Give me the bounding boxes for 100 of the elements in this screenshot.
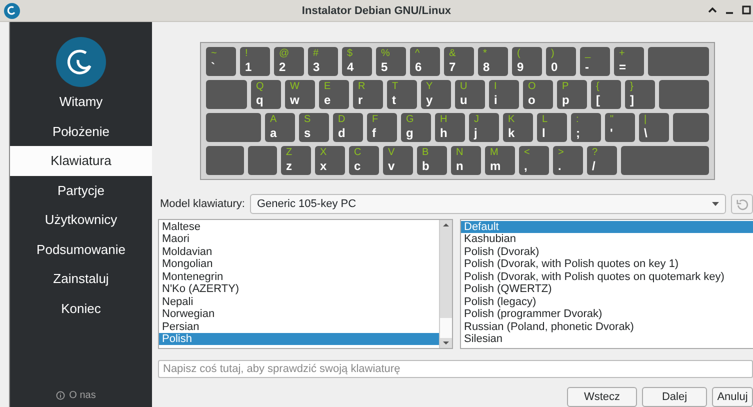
shift-symbol: T <box>392 82 400 94</box>
layout-item[interactable]: Nepali <box>159 296 439 308</box>
key-symbol: [ <box>596 94 601 106</box>
chevron-up-icon[interactable] <box>708 5 717 15</box>
shift-symbol: I <box>494 82 498 94</box>
info-icon[interactable] <box>56 391 66 400</box>
shift-symbol: # <box>313 49 320 61</box>
test-input-field[interactable]: Napisz coś tutaj, aby sprawdzić swoją klawiaturę <box>158 360 753 378</box>
key-symbol: n <box>456 160 464 172</box>
maximize-icon[interactable] <box>742 5 751 15</box>
variant-item[interactable]: Silesian <box>461 332 753 346</box>
shift-symbol: H <box>440 115 448 127</box>
key-symbol: v <box>388 160 396 172</box>
key-symbol: f <box>372 127 377 139</box>
layout-item[interactable]: Moldavian <box>159 246 439 258</box>
variant-item[interactable]: Polish (QWERTZ) <box>461 283 753 296</box>
layout-item[interactable]: Norwegian <box>159 308 439 320</box>
key-symbol: - <box>585 61 590 73</box>
key-symbol: / <box>592 160 596 172</box>
window-title: Instalator Debian GNU/Linux <box>302 4 452 19</box>
back-button[interactable]: Wstecz <box>567 387 637 407</box>
key-symbol: k <box>508 127 516 139</box>
shift-symbol: O <box>528 82 537 94</box>
key-symbol: ; <box>576 127 581 139</box>
keyboard-key <box>248 146 277 175</box>
cancel-button[interactable]: Anuluj <box>712 387 753 407</box>
shift-symbol: D <box>338 115 346 127</box>
key-symbol: 8 <box>483 61 491 73</box>
key-symbol: 5 <box>381 61 389 73</box>
shift-symbol: Q <box>256 82 265 94</box>
shift-symbol: * <box>483 49 488 61</box>
sidebar-item[interactable]: Klawiatura <box>10 146 152 176</box>
sidebar-item[interactable]: Partycje <box>10 176 152 205</box>
shift-symbol: U <box>460 82 468 94</box>
shift-symbol: F <box>372 115 380 127</box>
shift-symbol: & <box>449 49 457 61</box>
app-logo-icon <box>4 3 20 19</box>
sidebar-item[interactable]: Zainstaluj <box>10 264 152 294</box>
layout-item[interactable]: N'Ko (AZERTY) <box>159 283 439 296</box>
shift-symbol: B <box>422 148 430 160</box>
shift-symbol: ? <box>592 148 599 160</box>
key-symbol: u <box>460 94 468 106</box>
key-symbol: 1 <box>245 61 253 73</box>
key-symbol: d <box>338 127 346 139</box>
sidebar-item[interactable]: Podsumowanie <box>10 234 152 264</box>
model-dropdown[interactable]: Generic 105-key PC <box>250 194 726 214</box>
shift-symbol: M <box>490 148 500 160</box>
sidebar-item[interactable]: Koniec <box>10 294 152 323</box>
shift-symbol: C <box>354 148 362 160</box>
key-symbol: ] <box>630 94 635 106</box>
layout-item[interactable]: Maori <box>159 233 439 246</box>
layout-item[interactable]: Persian <box>159 320 439 333</box>
shift-symbol: J <box>474 115 480 127</box>
about-link[interactable]: O nas <box>69 388 96 403</box>
key-symbol: = <box>619 61 628 73</box>
undo-icon <box>736 198 748 210</box>
key-symbol: 4 <box>347 61 355 73</box>
shift-symbol: V <box>388 148 396 160</box>
shift-symbol: ~ <box>211 49 218 61</box>
layout-item[interactable]: Polish <box>159 332 439 346</box>
key-symbol: 7 <box>449 61 457 73</box>
next-button[interactable]: Dalej <box>642 387 707 407</box>
key-symbol: i <box>494 94 498 106</box>
shift-symbol: > <box>558 148 565 160</box>
variant-item[interactable]: Polish (programmer Dvorak) <box>461 308 753 320</box>
variant-item[interactable]: Default <box>461 221 753 234</box>
variant-item[interactable]: Kashubian <box>461 233 753 246</box>
sidebar-item[interactable]: Użytkownicy <box>10 205 152 234</box>
key-symbol: 2 <box>279 61 287 73</box>
variant-item[interactable]: Polish (Dvorak, with Polish quotes on key 1) <box>461 258 753 271</box>
key-symbol: y <box>426 94 434 106</box>
sidebar-item[interactable]: Witamy <box>10 87 152 116</box>
shift-symbol: N <box>456 148 464 160</box>
key-symbol: z <box>286 160 293 172</box>
scrollbar[interactable] <box>439 220 452 348</box>
shift-symbol: ^ <box>415 49 421 61</box>
key-symbol: 9 <box>517 61 525 73</box>
layout-item[interactable]: Montenegrin <box>159 270 439 284</box>
key-symbol: 0 <box>551 61 559 73</box>
layout-item[interactable]: Maltese <box>159 221 439 234</box>
shift-symbol: Y <box>426 82 434 94</box>
layout-item[interactable]: Mongolian <box>159 258 439 271</box>
key-symbol: s <box>304 127 312 139</box>
shift-symbol: E <box>324 82 332 94</box>
variant-item[interactable]: Russian (Poland, phonetic Dvorak) <box>461 320 753 333</box>
variant-item[interactable]: Polish (Dvorak) <box>461 246 753 258</box>
sidebar-item[interactable]: Położenie <box>10 116 152 146</box>
keyboard-key <box>206 113 261 142</box>
shift-symbol: " <box>610 115 615 127</box>
shift-symbol: @ <box>279 49 290 61</box>
shift-symbol: G <box>406 115 415 127</box>
key-symbol: w <box>290 94 300 106</box>
model-value: Generic 105-key PC <box>256 197 356 212</box>
variant-item[interactable]: Polish (Dvorak, with Polish quotes on quotemark key) <box>461 270 753 284</box>
shift-symbol: : <box>576 115 580 127</box>
variant-item[interactable]: Polish (legacy) <box>461 296 753 308</box>
scroll-thumb[interactable] <box>440 318 452 338</box>
key-symbol: m <box>490 160 502 172</box>
key-symbol: ` <box>211 61 216 73</box>
key-symbol: 6 <box>415 61 423 73</box>
